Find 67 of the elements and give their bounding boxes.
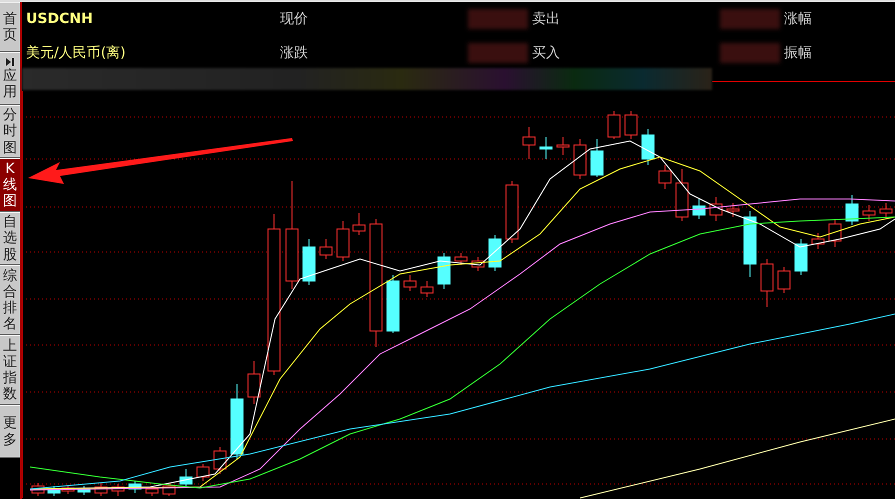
symbol-name: 美元/人民币(离) [26, 44, 127, 63]
candlestick [828, 218, 842, 248]
sidebar-tab[interactable]: 自选股 [0, 212, 20, 265]
candlestick [352, 212, 366, 236]
candlestick [488, 234, 502, 272]
candlestick [420, 280, 434, 298]
field-label: 涨跌 [280, 44, 308, 62]
candlestick [472, 256, 484, 272]
candlestick [540, 136, 552, 160]
candlestick [676, 168, 688, 222]
candlestick [608, 110, 620, 140]
candlestick [302, 238, 316, 286]
sidebar-tab[interactable]: 首页 [0, 2, 20, 52]
sidebar-tab[interactable]: 上证指数 [0, 335, 20, 405]
candlestick [744, 210, 756, 278]
blurred-value [720, 9, 780, 29]
candlestick [162, 482, 176, 496]
candlestick [862, 204, 876, 222]
sidebar-tab[interactable]: 应用 [0, 52, 20, 105]
candlestick [556, 136, 570, 156]
candlestick [454, 252, 468, 266]
field-label: 买入 [532, 44, 560, 62]
candlestick [112, 484, 124, 496]
candlestick [146, 486, 158, 496]
candlestick [692, 198, 706, 220]
candlestick [94, 482, 108, 496]
candlestick [726, 202, 740, 218]
candlestick [180, 468, 192, 488]
field-label: 卖出 [532, 10, 560, 28]
candlestick [522, 126, 536, 160]
candlestick [128, 480, 142, 494]
candlestick [880, 202, 892, 220]
candlestick [386, 274, 400, 334]
blurred-value [720, 43, 780, 63]
candlestick [404, 274, 416, 292]
play-icon [5, 56, 15, 67]
candlestick [62, 484, 74, 494]
candlestick [438, 252, 450, 290]
candlestick [196, 464, 210, 482]
candlestick [506, 180, 518, 244]
candlestick [32, 482, 44, 496]
candlestick [794, 238, 808, 276]
sidebar-tab[interactable]: 更多 [0, 405, 20, 458]
candlestick [574, 138, 586, 180]
candlestick [658, 164, 672, 190]
candlestick [320, 238, 332, 260]
candlestick [642, 128, 654, 166]
candlestick [812, 232, 824, 250]
symbol-code: USDCNH [26, 10, 94, 29]
candlestick [48, 486, 60, 496]
field-label: 振幅 [784, 44, 812, 62]
sidebar-tab[interactable]: K线图 [0, 158, 20, 212]
blurred-value [468, 43, 528, 63]
candlestick [624, 110, 638, 140]
blurred-value [468, 9, 528, 29]
candlestick [846, 194, 858, 226]
candlestick [778, 266, 790, 294]
field-label: 涨幅 [784, 10, 812, 28]
candlestick [710, 196, 722, 222]
candlestick [760, 258, 774, 308]
candlestick [248, 360, 260, 404]
sidebar-tab[interactable]: 综合排名 [0, 265, 20, 335]
field-label: 现价 [280, 10, 308, 28]
candlestick [590, 138, 604, 178]
candlestick [336, 220, 350, 262]
sidebar-tab[interactable]: 分时图 [0, 105, 20, 158]
candlestick [214, 446, 226, 474]
